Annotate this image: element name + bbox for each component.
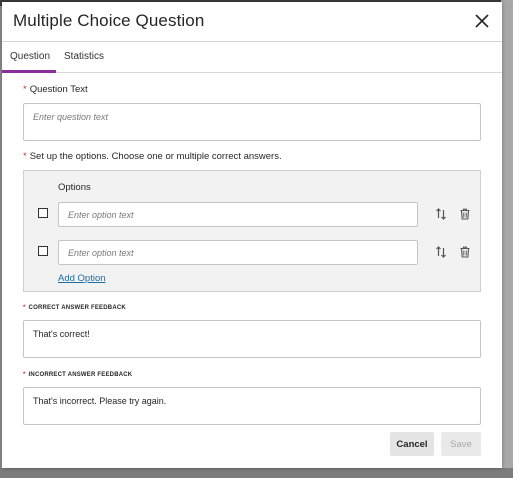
close-button[interactable] (472, 11, 492, 31)
reorder-icon (436, 208, 446, 220)
backdrop-bottom-area (0, 468, 513, 478)
save-button[interactable]: Save (441, 432, 481, 456)
options-instructions-text: Set up the options. Choose one or multip… (29, 151, 282, 162)
correct-feedback-value: That's correct! (33, 329, 90, 339)
close-icon (475, 14, 489, 28)
add-option-link[interactable]: Add Option (58, 273, 106, 284)
option-2-input[interactable]: Enter option text (58, 240, 418, 265)
trash-icon (460, 246, 470, 258)
option-2-correct-checkbox[interactable] (38, 246, 48, 256)
incorrect-feedback-value: That's incorrect. Please try again. (33, 396, 167, 406)
dialog-tabs: Question Statistics (2, 43, 502, 73)
incorrect-feedback-label-text: INCORRECT ANSWER FEEDBACK (28, 372, 133, 378)
correct-feedback-label: * CORRECT ANSWER FEEDBACK (23, 305, 126, 311)
options-title: Options (58, 182, 91, 193)
required-asterisk: * (23, 151, 27, 162)
required-asterisk: * (23, 305, 26, 311)
incorrect-feedback-input[interactable]: That's incorrect. Please try again. (23, 387, 481, 425)
correct-feedback-label-text: CORRECT ANSWER FEEDBACK (28, 305, 126, 311)
options-panel: Options Enter option text Enter option t… (23, 170, 481, 292)
option-1-correct-checkbox[interactable] (38, 208, 48, 218)
dialog-title: Multiple Choice Question (13, 11, 205, 30)
option-2-reorder-button[interactable] (434, 245, 448, 259)
incorrect-feedback-label: * INCORRECT ANSWER FEEDBACK (23, 372, 132, 378)
option-2-delete-button[interactable] (458, 245, 472, 259)
active-tab-indicator (2, 70, 56, 73)
option-1-delete-button[interactable] (458, 207, 472, 221)
tab-statistics[interactable]: Statistics (64, 51, 104, 62)
tab-question[interactable]: Question (10, 51, 50, 62)
question-text-input[interactable]: Enter question text (23, 103, 481, 141)
multiple-choice-dialog: Multiple Choice Question Question Statis… (2, 2, 502, 468)
correct-feedback-input[interactable]: That's correct! (23, 320, 481, 358)
required-asterisk: * (23, 372, 26, 378)
reorder-icon (436, 246, 446, 258)
option-1-placeholder: Enter option text (68, 210, 134, 220)
trash-icon (460, 208, 470, 220)
question-text-placeholder: Enter question text (33, 112, 109, 122)
option-1-input[interactable]: Enter option text (58, 202, 418, 227)
options-instructions: * Set up the options. Choose one or multi… (23, 151, 282, 162)
required-asterisk: * (23, 84, 27, 95)
question-text-label-text: Question Text (29, 84, 88, 95)
option-1-reorder-button[interactable] (434, 207, 448, 221)
question-text-label: * Question Text (23, 84, 88, 95)
dialog-header: Multiple Choice Question (2, 2, 502, 42)
option-2-placeholder: Enter option text (68, 248, 134, 258)
backdrop-right-area (501, 0, 513, 478)
cancel-button[interactable]: Cancel (390, 432, 434, 456)
